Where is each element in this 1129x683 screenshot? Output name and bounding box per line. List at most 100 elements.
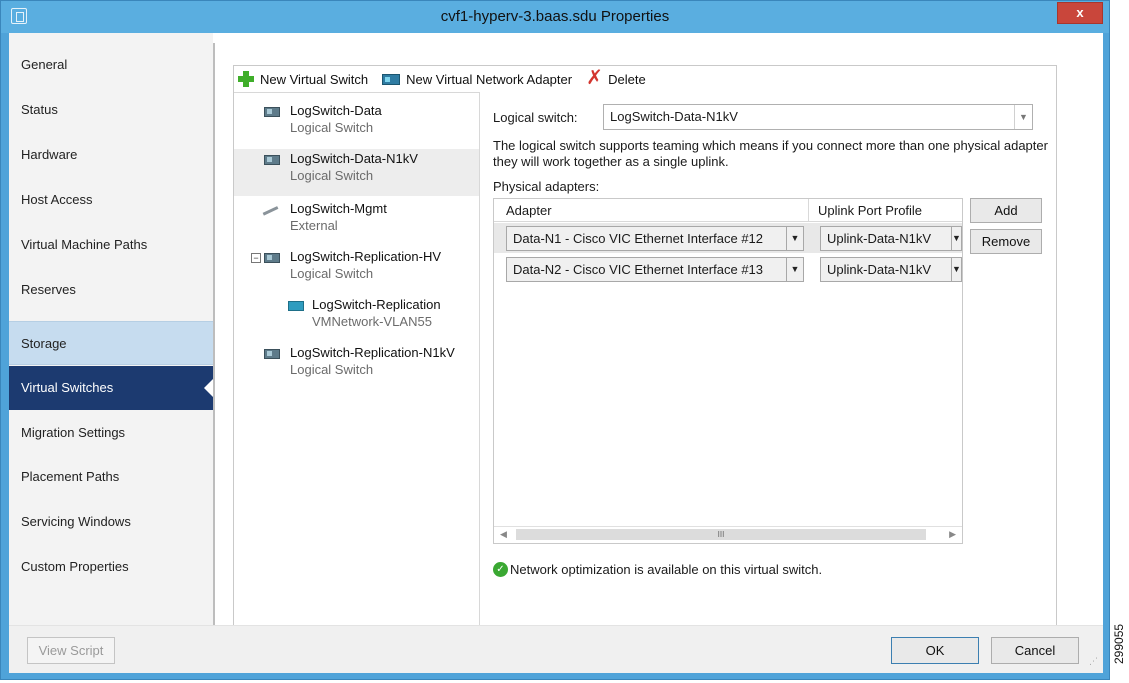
chevron-down-icon[interactable]: ▼	[786, 227, 803, 250]
nav-item-placement-paths[interactable]: Placement Paths	[9, 455, 213, 499]
delete-button[interactable]: ✗ Delete	[586, 67, 646, 89]
physical-adapters-label: Physical adapters:	[493, 179, 600, 194]
nav-item-virtual-machine-paths[interactable]: Virtual Machine Paths	[9, 223, 213, 267]
delete-label: Delete	[608, 71, 646, 87]
nav-item-label: Placement Paths	[21, 469, 120, 484]
column-separator[interactable]	[808, 199, 809, 222]
tree-item-logswitch-replication-hv[interactable]: − LogSwitch-Replication-HV Logical Switc…	[234, 247, 479, 294]
logical-switch-icon	[264, 107, 280, 117]
horizontal-scrollbar[interactable]: ◀ III ▶	[494, 526, 962, 543]
external-cable-icon	[262, 206, 282, 222]
nav-item-label: Servicing Windows	[21, 514, 131, 529]
nav-item-migration-settings[interactable]: Migration Settings	[9, 411, 213, 455]
scroll-thumb[interactable]: III	[516, 529, 926, 540]
cancel-button[interactable]: Cancel	[991, 637, 1079, 664]
logical-switch-label: Logical switch:	[493, 110, 578, 125]
adapter-value: Data-N2 - Cisco VIC Ethernet Interface #…	[513, 262, 764, 277]
tree-item-logswitch-replication[interactable]: LogSwitch-Replication VMNetwork-VLAN55	[234, 295, 479, 342]
adapter-value: Data-N1 - Cisco VIC Ethernet Interface #…	[513, 231, 764, 246]
tree-item-title: LogSwitch-Replication-N1kV	[290, 345, 455, 360]
remove-button[interactable]: Remove	[970, 229, 1042, 254]
uplink-profile-select[interactable]: Uplink-Data-N1kV ▼	[820, 226, 962, 251]
tree-item-subtitle: Logical Switch	[290, 266, 374, 281]
tree-item-subtitle: Logical Switch	[290, 168, 374, 183]
scroll-right-icon[interactable]: ▶	[949, 529, 956, 540]
window-title: cvf1-hyperv-3.baas.sdu Properties	[440, 8, 670, 25]
tree-item-logswitch-mgmt[interactable]: LogSwitch-Mgmt External	[234, 199, 479, 246]
tree-item-logswitch-data[interactable]: LogSwitch-Data Logical Switch	[234, 101, 479, 148]
vm-network-adapter-icon	[288, 301, 304, 311]
uplink-profile-value: Uplink-Data-N1kV	[827, 262, 932, 277]
nav-item-hardware[interactable]: Hardware	[9, 133, 213, 177]
table-row[interactable]: Data-N1 - Cisco VIC Ethernet Interface #…	[494, 223, 962, 253]
switch-tree: LogSwitch-Data Logical Switch LogSwitch-…	[234, 92, 480, 631]
network-adapter-icon	[382, 73, 401, 85]
chevron-down-icon[interactable]: ▼	[951, 258, 961, 281]
logical-switch-icon	[264, 253, 280, 263]
logical-switch-icon	[264, 155, 280, 165]
nav-item-servicing-windows[interactable]: Servicing Windows	[9, 500, 213, 544]
close-button[interactable]: x	[1057, 2, 1103, 24]
tree-item-title: LogSwitch-Data	[290, 103, 382, 118]
nav-item-label: Virtual Machine Paths	[21, 237, 148, 252]
dialog-footer: View Script OK Cancel ⋰	[9, 626, 1103, 673]
nav-item-custom-properties[interactable]: Custom Properties	[9, 545, 213, 589]
teaming-description: The logical switch supports teaming whic…	[493, 138, 1048, 169]
new-virtual-switch-button[interactable]: New Virtual Switch	[238, 71, 368, 87]
scroll-left-icon[interactable]: ◀	[500, 529, 507, 540]
view-script-button[interactable]: View Script	[27, 637, 115, 664]
adapter-select[interactable]: Data-N1 - Cisco VIC Ethernet Interface #…	[506, 226, 804, 251]
chevron-down-icon[interactable]: ▼	[786, 258, 803, 281]
nav-item-host-access[interactable]: Host Access	[9, 178, 213, 222]
chevron-down-icon[interactable]: ▼	[951, 227, 961, 250]
adapter-select[interactable]: Data-N2 - Cisco VIC Ethernet Interface #…	[506, 257, 804, 282]
physical-adapters-grid: Adapter Uplink Port Profile Data-N1 - Ci…	[493, 198, 963, 544]
tree-item-subtitle: VMNetwork-VLAN55	[312, 314, 432, 329]
column-header-adapter[interactable]: Adapter	[506, 203, 552, 218]
plus-icon	[238, 71, 254, 87]
figure-number: 299055	[1112, 623, 1126, 665]
logical-switch-value: LogSwitch-Data-N1kV	[610, 109, 738, 124]
collapse-icon[interactable]: −	[251, 253, 261, 263]
logical-switch-select[interactable]: LogSwitch-Data-N1kV ▼	[603, 104, 1033, 130]
dialog-client-area: General Status Hardware Host Access Virt…	[9, 33, 1103, 673]
nav-item-reserves[interactable]: Reserves	[9, 268, 213, 312]
left-nav: General Status Hardware Host Access Virt…	[9, 33, 214, 625]
chevron-down-icon[interactable]: ▼	[1014, 105, 1032, 129]
tree-item-logswitch-replication-n1kv[interactable]: LogSwitch-Replication-N1kV Logical Switc…	[234, 343, 479, 390]
delete-x-icon: ✗	[586, 67, 603, 89]
nav-item-label: Migration Settings	[21, 425, 126, 440]
nav-item-storage[interactable]: Storage	[9, 321, 213, 365]
nav-item-general[interactable]: General	[9, 43, 213, 87]
nav-item-label: General	[21, 57, 68, 72]
logical-switch-icon	[264, 349, 280, 359]
uplink-profile-select[interactable]: Uplink-Data-N1kV ▼	[820, 257, 962, 282]
add-button[interactable]: Add	[970, 198, 1042, 223]
nav-item-label: Host Access	[21, 192, 93, 207]
new-virtual-network-adapter-button[interactable]: New Virtual Network Adapter	[382, 72, 572, 87]
nav-item-status[interactable]: Status	[9, 88, 213, 132]
title-bar[interactable]: cvf1-hyperv-3.baas.sdu Properties x	[1, 1, 1109, 33]
nav-item-label: Virtual Switches	[21, 380, 114, 395]
nav-item-virtual-switches[interactable]: Virtual Switches	[9, 366, 214, 410]
virtual-switches-panel: New Virtual Switch New Virtual Network A…	[233, 65, 1057, 632]
ok-button[interactable]: OK	[891, 637, 979, 664]
nav-item-label: Hardware	[21, 147, 78, 162]
network-optimization-text: Network optimization is available on thi…	[510, 562, 823, 577]
resize-grip-icon[interactable]: ⋰	[1089, 657, 1099, 669]
nav-divider	[213, 43, 215, 625]
tree-item-title: LogSwitch-Data-N1kV	[290, 151, 418, 166]
tree-item-subtitle: Logical Switch	[290, 362, 374, 377]
tree-item-title: LogSwitch-Mgmt	[290, 201, 387, 216]
tree-item-subtitle: Logical Switch	[290, 120, 374, 135]
table-row[interactable]: Data-N2 - Cisco VIC Ethernet Interface #…	[494, 254, 962, 284]
tree-item-logswitch-data-n1kv[interactable]: LogSwitch-Data-N1kV Logical Switch	[234, 149, 479, 196]
uplink-profile-value: Uplink-Data-N1kV	[827, 231, 932, 246]
toolbar: New Virtual Switch New Virtual Network A…	[234, 66, 1056, 92]
nav-item-label: Reserves	[21, 282, 76, 297]
grid-header: Adapter Uplink Port Profile	[494, 199, 962, 222]
properties-window: cvf1-hyperv-3.baas.sdu Properties x Gene…	[0, 0, 1110, 680]
column-header-uplink-port-profile[interactable]: Uplink Port Profile	[818, 203, 922, 218]
tree-item-title: LogSwitch-Replication	[312, 297, 441, 312]
switch-detail: Logical switch: LogSwitch-Data-N1kV ▼ Th…	[493, 102, 1053, 622]
